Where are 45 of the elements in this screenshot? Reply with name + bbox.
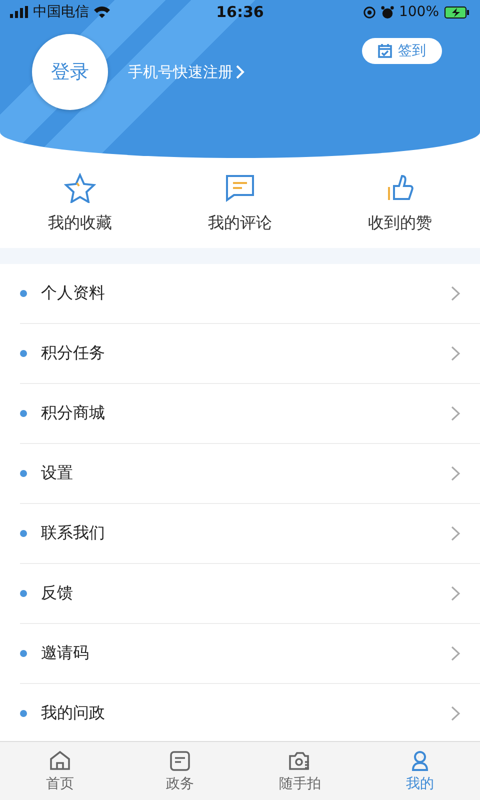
clock-time: 16:36 xyxy=(216,3,264,21)
chevron-icon xyxy=(451,466,460,481)
battery-percent: 100% xyxy=(398,4,439,20)
bullet-icon xyxy=(20,470,27,477)
menu-item[interactable]: 积分任务 xyxy=(20,324,480,384)
bullet-icon xyxy=(20,290,27,297)
document-icon xyxy=(168,749,192,773)
bullet-icon xyxy=(20,650,27,657)
chevron-icon xyxy=(451,286,460,301)
bullet-icon xyxy=(20,590,27,597)
chevron-icon xyxy=(451,706,460,721)
menu-item[interactable]: 反馈 xyxy=(20,564,480,624)
chevron-icon xyxy=(451,406,460,421)
bullet-icon xyxy=(20,410,27,417)
chevron-icon xyxy=(451,646,460,661)
menu-item[interactable]: 邀请码 xyxy=(20,624,480,684)
alarm-icon xyxy=(380,6,394,18)
tab-item[interactable]: 随手拍 xyxy=(240,742,360,800)
rotation-lock-icon xyxy=(362,6,376,18)
calendar-icon xyxy=(378,44,392,58)
signal-icon xyxy=(10,6,28,18)
home-icon xyxy=(48,749,72,773)
bullet-icon xyxy=(20,710,27,717)
quick-link[interactable]: 我的评论 xyxy=(208,212,272,234)
quick-link[interactable]: 收到的赞 xyxy=(368,212,432,234)
battery-icon xyxy=(444,6,470,18)
quick-link[interactable]: 我的收藏 xyxy=(48,212,112,234)
comment-icon xyxy=(224,172,256,202)
menu-item[interactable]: 设置 xyxy=(20,444,480,504)
star-icon xyxy=(64,172,96,202)
menu-item[interactable]: 联系我们 xyxy=(20,504,480,564)
carrier-name: 中国电信 xyxy=(33,3,89,21)
wifi-icon xyxy=(94,6,110,18)
bullet-icon xyxy=(20,350,27,357)
tab-item[interactable]: 政务 xyxy=(120,742,240,800)
chevron-icon xyxy=(451,346,460,361)
chevron-icon xyxy=(451,586,460,601)
chevron-icon xyxy=(451,526,460,541)
chevron-icon xyxy=(236,65,245,79)
menu-item[interactable]: 个人资料 xyxy=(20,264,480,324)
login-avatar[interactable]: 登录 xyxy=(32,34,108,110)
bullet-icon xyxy=(20,530,27,537)
tab-item[interactable]: 首页 xyxy=(0,742,120,800)
checkin-button[interactable]: 签到 xyxy=(362,38,442,64)
menu-item[interactable]: 积分商城 xyxy=(20,384,480,444)
